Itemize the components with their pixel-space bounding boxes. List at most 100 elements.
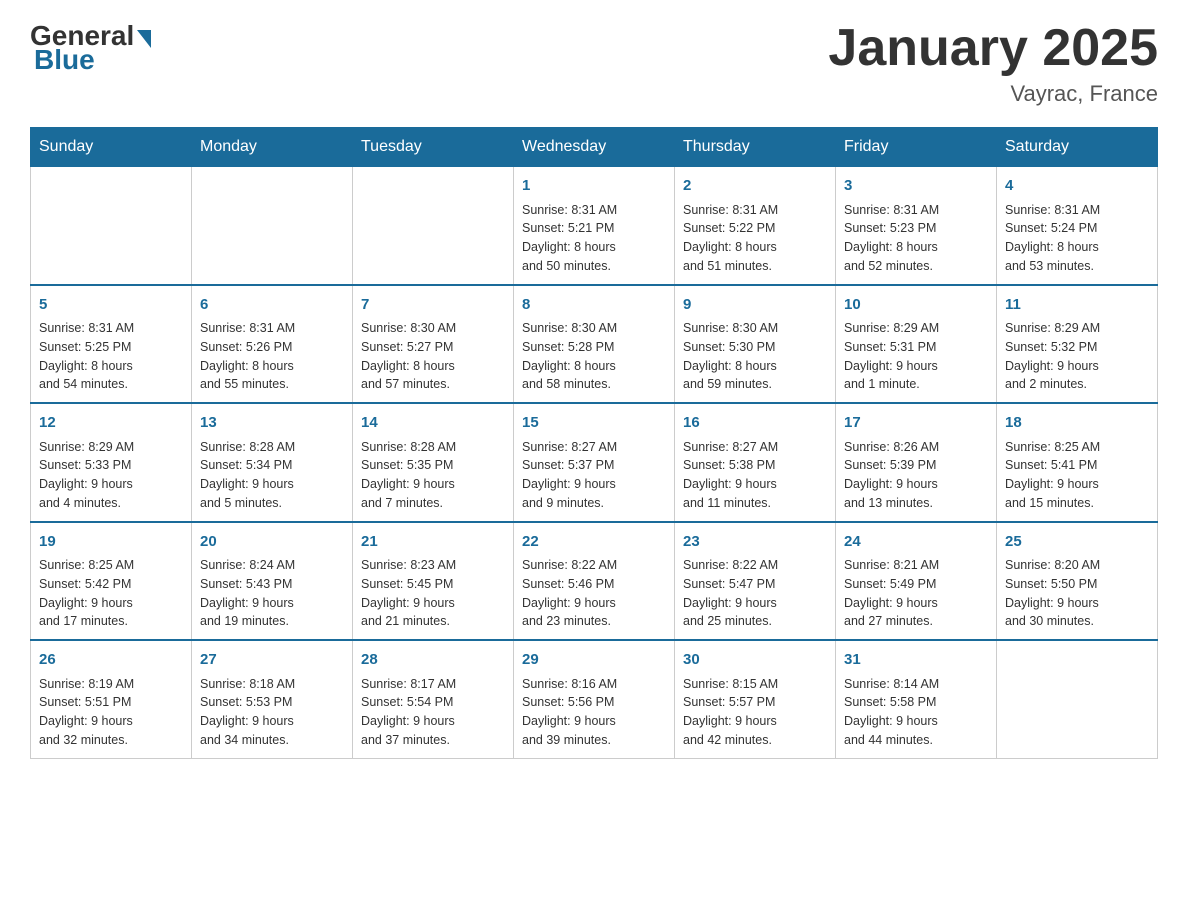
day-info: Sunrise: 8:29 AM Sunset: 5:31 PM Dayligh… [844,319,988,394]
calendar-day-cell: 19Sunrise: 8:25 AM Sunset: 5:42 PM Dayli… [31,522,192,641]
logo-arrow-icon [137,30,151,48]
calendar-day-cell: 18 Sunrise: 8:25 AM Sunset: 5:41 PM Dayli… [997,403,1158,522]
day-info: Sunrise: 8:22 AM Sunset: 5:46 PM Dayligh… [522,556,666,631]
day-number: 17 [844,412,988,435]
day-number: 19 [39,531,183,554]
day-info: Sunrise: 8:27 AM Sunset: 5:38 PM Dayligh… [683,438,827,513]
calendar-week-row: 12Sunrise: 8:29 AM Sunset: 5:33 PM Dayli… [31,403,1158,522]
calendar-day-cell: 27 Sunrise: 8:18 AM Sunset: 5:53 PM Dayli… [192,640,353,758]
page-header: General Blue January 2025 Vayrac, France [30,20,1158,107]
day-info: Sunrise: 8:18 AM Sunset: 5:53 PM Dayligh… [200,675,344,750]
day-info: Sunrise: 8:22 AM Sunset: 5:47 PM Dayligh… [683,556,827,631]
day-number: 23 [683,531,827,554]
calendar-day-cell: 8Sunrise: 8:30 AM Sunset: 5:28 PM Daylig… [514,285,675,404]
calendar-day-cell: 14 Sunrise: 8:28 AM Sunset: 5:35 PM Dayli… [353,403,514,522]
calendar-day-cell: 22Sunrise: 8:22 AM Sunset: 5:46 PM Dayli… [514,522,675,641]
weekday-header-saturday: Saturday [997,128,1158,167]
day-info: Sunrise: 8:28 AM Sunset: 5:34 PM Dayligh… [200,438,344,513]
weekday-header-row: SundayMondayTuesdayWednesdayThursdayFrid… [31,128,1158,167]
calendar-day-cell [192,167,353,285]
day-info: Sunrise: 8:31 AM Sunset: 5:21 PM Dayligh… [522,201,666,276]
calendar-day-cell: 30 Sunrise: 8:15 AM Sunset: 5:57 PM Dayli… [675,640,836,758]
day-info: Sunrise: 8:20 AM Sunset: 5:50 PM Dayligh… [1005,556,1149,631]
day-number: 22 [522,531,666,554]
day-number: 28 [361,649,505,672]
calendar-day-cell: 9Sunrise: 8:30 AM Sunset: 5:30 PM Daylig… [675,285,836,404]
calendar-week-row: 19Sunrise: 8:25 AM Sunset: 5:42 PM Dayli… [31,522,1158,641]
calendar-day-cell: 21Sunrise: 8:23 AM Sunset: 5:45 PM Dayli… [353,522,514,641]
day-number: 6 [200,294,344,317]
day-number: 18 [1005,412,1149,435]
day-info: Sunrise: 8:16 AM Sunset: 5:56 PM Dayligh… [522,675,666,750]
month-year-title: January 2025 [828,20,1158,77]
day-number: 25 [1005,531,1149,554]
day-number: 4 [1005,175,1149,198]
day-number: 5 [39,294,183,317]
day-info: Sunrise: 8:30 AM Sunset: 5:28 PM Dayligh… [522,319,666,394]
calendar-day-cell: 2Sunrise: 8:31 AM Sunset: 5:22 PM Daylig… [675,167,836,285]
day-number: 10 [844,294,988,317]
day-number: 1 [522,175,666,198]
day-number: 3 [844,175,988,198]
day-info: Sunrise: 8:27 AM Sunset: 5:37 PM Dayligh… [522,438,666,513]
day-info: Sunrise: 8:31 AM Sunset: 5:22 PM Dayligh… [683,201,827,276]
calendar-day-cell: 25Sunrise: 8:20 AM Sunset: 5:50 PM Dayli… [997,522,1158,641]
calendar-day-cell [31,167,192,285]
calendar-day-cell: 31Sunrise: 8:14 AM Sunset: 5:58 PM Dayli… [836,640,997,758]
weekday-header-wednesday: Wednesday [514,128,675,167]
calendar-table: SundayMondayTuesdayWednesdayThursdayFrid… [30,127,1158,759]
calendar-day-cell: 6Sunrise: 8:31 AM Sunset: 5:26 PM Daylig… [192,285,353,404]
calendar-day-cell: 17 Sunrise: 8:26 AM Sunset: 5:39 PM Dayli… [836,403,997,522]
day-info: Sunrise: 8:24 AM Sunset: 5:43 PM Dayligh… [200,556,344,631]
day-info: Sunrise: 8:31 AM Sunset: 5:25 PM Dayligh… [39,319,183,394]
day-info: Sunrise: 8:26 AM Sunset: 5:39 PM Dayligh… [844,438,988,513]
day-number: 21 [361,531,505,554]
day-info: Sunrise: 8:29 AM Sunset: 5:32 PM Dayligh… [1005,319,1149,394]
day-number: 29 [522,649,666,672]
calendar-day-cell: 10Sunrise: 8:29 AM Sunset: 5:31 PM Dayli… [836,285,997,404]
weekday-header-thursday: Thursday [675,128,836,167]
calendar-day-cell: 11Sunrise: 8:29 AM Sunset: 5:32 PM Dayli… [997,285,1158,404]
day-number: 13 [200,412,344,435]
day-number: 20 [200,531,344,554]
day-number: 27 [200,649,344,672]
calendar-day-cell [353,167,514,285]
calendar-day-cell: 12Sunrise: 8:29 AM Sunset: 5:33 PM Dayli… [31,403,192,522]
calendar-day-cell: 20Sunrise: 8:24 AM Sunset: 5:43 PM Dayli… [192,522,353,641]
calendar-day-cell: 26Sunrise: 8:19 AM Sunset: 5:51 PM Dayli… [31,640,192,758]
calendar-day-cell: 28 Sunrise: 8:17 AM Sunset: 5:54 PM Dayli… [353,640,514,758]
day-number: 15 [522,412,666,435]
calendar-day-cell: 5Sunrise: 8:31 AM Sunset: 5:25 PM Daylig… [31,285,192,404]
day-info: Sunrise: 8:21 AM Sunset: 5:49 PM Dayligh… [844,556,988,631]
calendar-day-cell: 13 Sunrise: 8:28 AM Sunset: 5:34 PM Dayli… [192,403,353,522]
day-info: Sunrise: 8:17 AM Sunset: 5:54 PM Dayligh… [361,675,505,750]
day-info: Sunrise: 8:31 AM Sunset: 5:23 PM Dayligh… [844,201,988,276]
day-number: 31 [844,649,988,672]
day-number: 24 [844,531,988,554]
title-area: January 2025 Vayrac, France [828,20,1158,107]
calendar-day-cell: 15 Sunrise: 8:27 AM Sunset: 5:37 PM Dayli… [514,403,675,522]
calendar-day-cell: 1 Sunrise: 8:31 AM Sunset: 5:21 PM Daylig… [514,167,675,285]
day-number: 16 [683,412,827,435]
day-number: 14 [361,412,505,435]
day-info: Sunrise: 8:15 AM Sunset: 5:57 PM Dayligh… [683,675,827,750]
day-info: Sunrise: 8:30 AM Sunset: 5:27 PM Dayligh… [361,319,505,394]
calendar-week-row: 1 Sunrise: 8:31 AM Sunset: 5:21 PM Daylig… [31,167,1158,285]
location-text: Vayrac, France [828,81,1158,107]
day-number: 11 [1005,294,1149,317]
day-info: Sunrise: 8:25 AM Sunset: 5:41 PM Dayligh… [1005,438,1149,513]
day-number: 8 [522,294,666,317]
day-info: Sunrise: 8:31 AM Sunset: 5:26 PM Dayligh… [200,319,344,394]
calendar-week-row: 5Sunrise: 8:31 AM Sunset: 5:25 PM Daylig… [31,285,1158,404]
weekday-header-tuesday: Tuesday [353,128,514,167]
weekday-header-friday: Friday [836,128,997,167]
calendar-day-cell: 24Sunrise: 8:21 AM Sunset: 5:49 PM Dayli… [836,522,997,641]
day-number: 30 [683,649,827,672]
day-info: Sunrise: 8:28 AM Sunset: 5:35 PM Dayligh… [361,438,505,513]
calendar-week-row: 26Sunrise: 8:19 AM Sunset: 5:51 PM Dayli… [31,640,1158,758]
calendar-day-cell: 4Sunrise: 8:31 AM Sunset: 5:24 PM Daylig… [997,167,1158,285]
calendar-day-cell: 3 Sunrise: 8:31 AM Sunset: 5:23 PM Daylig… [836,167,997,285]
day-number: 7 [361,294,505,317]
calendar-day-cell: 29 Sunrise: 8:16 AM Sunset: 5:56 PM Dayli… [514,640,675,758]
calendar-day-cell: 16 Sunrise: 8:27 AM Sunset: 5:38 PM Dayli… [675,403,836,522]
